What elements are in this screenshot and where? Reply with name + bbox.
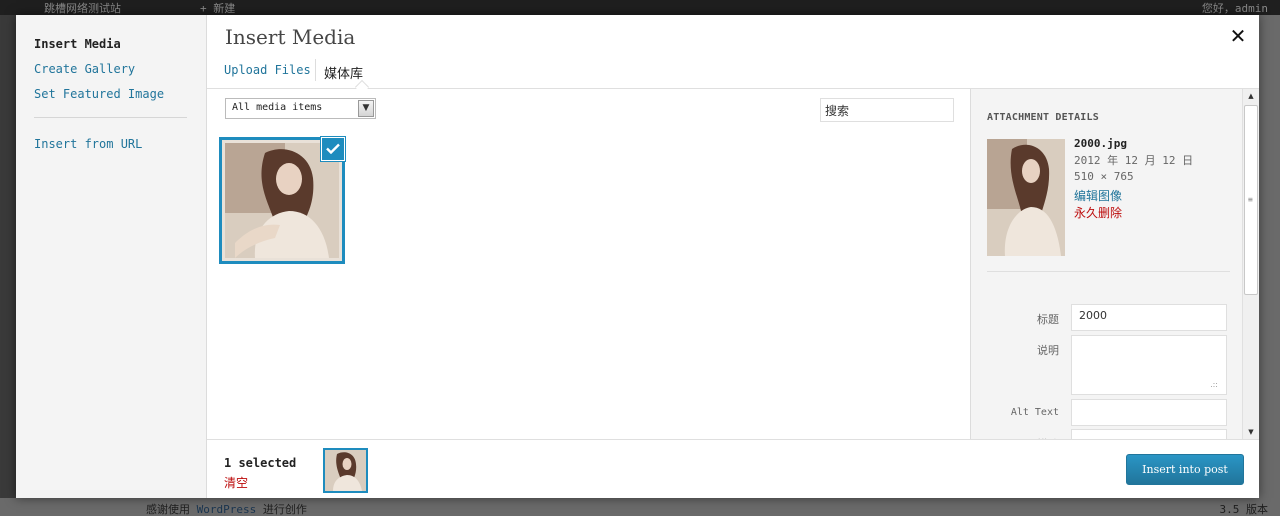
admin-bar-user[interactable]: 您好，admin [1202,0,1268,16]
footer-thanks: 感谢使用 WordPress 进行创作 [146,501,307,516]
selection-count: 1 selected [224,456,297,470]
title-field[interactable]: 2000 [1071,304,1227,331]
attachment-details-heading: ATTACHMENT DETAILS [987,112,1099,123]
checkmark-glyph [326,143,340,154]
scroll-up-icon[interactable]: ▲ [1243,89,1259,103]
footer-thanks-pre: 感谢使用 [146,503,190,516]
admin-bar: 跳槽网络测试站 + 新建 您好，admin [0,0,1280,15]
menu-item-set-featured-image[interactable]: Set Featured Image [34,87,164,101]
chevron-down-icon[interactable]: ▼ [358,100,374,117]
admin-footer: 感谢使用 WordPress 进行创作 3.5 版本 [0,498,1280,516]
caption-label: 说明 [1037,344,1059,357]
attachment-dimensions: 510 × 765 [1074,170,1134,183]
clear-selection-link[interactable]: 清空 [224,474,248,491]
menu-item-create-gallery[interactable]: Create Gallery [34,62,135,76]
edit-image-link[interactable]: 编辑图像 [1074,187,1122,204]
media-modal: Insert Media Create Gallery Set Featured… [16,15,1259,498]
delete-permanently-link[interactable]: 永久删除 [1074,204,1122,221]
selected-thumbnail-image [325,450,366,491]
media-bottom-toolbar: 1 selected 清空 Insert into post [207,439,1259,498]
menu-item-insert-from-url[interactable]: Insert from URL [34,137,142,151]
details-separator [987,271,1230,272]
caption-field[interactable]: .:: [1071,335,1227,395]
menu-separator [34,117,187,118]
tab-separator [315,59,316,81]
attachment-filename: 2000.jpg [1074,137,1127,150]
resize-handle-icon[interactable]: .:: [1210,380,1218,389]
footer-wordpress-link[interactable]: WordPress [197,503,257,516]
modal-title: Insert Media [225,25,356,49]
selected-attachment-thumbnail[interactable] [323,448,368,493]
footer-thanks-post: 进行创作 [262,503,307,516]
scrollbar-thumb[interactable]: ≡ [1244,105,1258,295]
alt-text-label: Alt Text [1010,407,1059,418]
admin-bar-new[interactable]: + 新建 [200,0,235,16]
details-thumbnail-image [987,139,1065,256]
admin-right-edge [1260,15,1280,498]
sidebar-scrollbar[interactable]: ▲ ≡ ▼ [1242,89,1259,439]
media-menu: Insert Media Create Gallery Set Featured… [16,15,207,498]
title-label: 标题 [1037,313,1059,326]
checkmark-icon[interactable] [321,137,345,161]
attachment-date: 2012 年 12 月 12 日 [1074,154,1194,167]
media-filter-value: All media items [232,102,323,113]
search-input[interactable]: 搜索 [820,98,954,122]
menu-item-insert-media[interactable]: Insert Media [34,37,121,51]
active-tab-caret [354,79,370,95]
alt-text-field[interactable] [1071,399,1227,426]
admin-bar-site-name[interactable]: 跳槽网络测试站 [44,0,121,16]
attachment-details-sidebar: ATTACHMENT DETAILS 2000.jpg 2012 年 12 月 … [970,89,1259,439]
description-field[interactable] [1071,429,1227,439]
media-filter-select[interactable]: All media items ▼ [225,98,376,119]
tab-media-library[interactable]: 媒体库 [324,63,363,82]
footer-version: 3.5 版本 [1219,503,1269,516]
scroll-down-icon[interactable]: ▼ [1243,425,1259,439]
admin-sidebar [0,15,16,498]
tab-upload-files[interactable]: Upload Files [224,63,311,77]
media-router: Upload Files 媒体库 [207,55,1259,95]
insert-into-post-button[interactable]: Insert into post [1126,454,1244,485]
scrollbar-grip-icon: ≡ [1248,195,1253,204]
close-icon[interactable]: ✕ [1228,24,1248,48]
